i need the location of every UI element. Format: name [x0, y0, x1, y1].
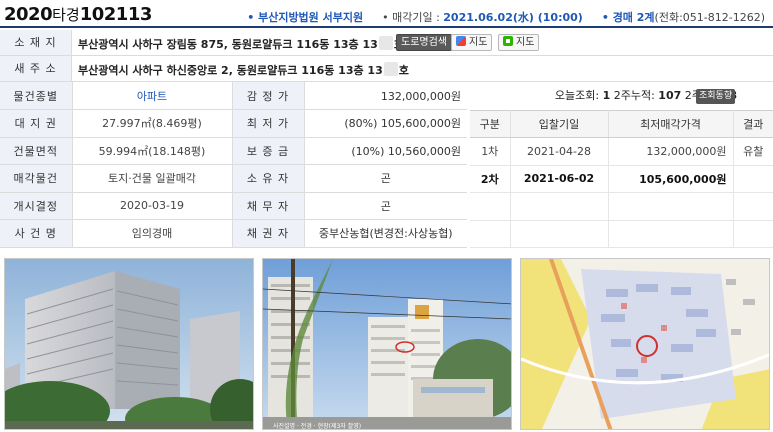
bid-round [470, 220, 511, 248]
naver-map-icon [503, 36, 513, 46]
redacted-block [383, 62, 398, 76]
info-label: 보 증 금 [232, 137, 305, 165]
info-value: 임의경매 [72, 219, 233, 248]
bid-date: 2021-06-02 [510, 165, 609, 193]
twoweek-views: 107 [658, 89, 682, 102]
info-label: 대 지 권 [0, 109, 73, 138]
info-value: (80%) 105,600,000원 [304, 109, 467, 138]
bid-price [608, 192, 734, 221]
info-label: 개시결정 [0, 192, 73, 220]
location-value: 부산광역시 사하구 장림동 875, 동원로얄듀크 116동 13층 13호 [78, 36, 404, 52]
google-map-icon [456, 36, 466, 46]
bid-result [733, 192, 773, 221]
property-photo-exterior[interactable] [4, 258, 254, 430]
info-value: 59.994㎡(18.148평) [72, 137, 233, 165]
twoweek-label: 2주누적: [613, 89, 655, 102]
info-row: 물건종별 아파트 감 정 가 132,000,000원 [0, 82, 467, 110]
info-label: 사 건 명 [0, 219, 73, 248]
bid-row [470, 220, 773, 248]
location-text: 부산광역시 사하구 장림동 875, 동원로얄듀크 116동 13층 13 [78, 38, 378, 51]
new-address-value: 부산광역시 사하구 하신중앙로 2, 동원로얄듀크 116동 13층 13 호 [78, 62, 409, 78]
info-value: 곤 [304, 164, 467, 193]
bid-column-header: 결과 [733, 110, 773, 138]
property-site-map[interactable] [520, 258, 770, 430]
bid-round: 1차 [470, 137, 511, 166]
naver-map-label: 지도 [516, 37, 535, 48]
info-value: 27.997㎡(8.469평) [72, 109, 233, 138]
info-value: (10%) 10,560,000원 [304, 137, 467, 165]
site-map-image [521, 259, 769, 429]
redacted-block [378, 36, 393, 50]
bid-date [510, 192, 609, 221]
bid-price: 132,000,000원 [608, 137, 734, 166]
bid-round [470, 192, 511, 221]
new-address-label: 새 주 소 [0, 56, 72, 81]
bid-result: 유찰 [733, 137, 773, 166]
info-row: 건물면적 59.994㎡(18.148평) 보 증 금 (10%) 10,560,00… [0, 137, 467, 165]
bid-date: 2021-04-28 [510, 137, 609, 166]
bid-column-header: 입찰기일 [510, 110, 609, 138]
info-row: 개시결정 2020-03-19 채 무 자곤 [0, 192, 467, 220]
sale-date: 2021.06.02(水) (10:00) [443, 11, 583, 24]
road-name-search-button[interactable]: 도로명검색 [396, 34, 452, 51]
court-name[interactable]: • 부산지방법원 서부지원 [247, 11, 363, 24]
google-map-button[interactable]: 지도 [451, 34, 493, 51]
info-value: 중부산농협(변경전:사상농협) [304, 219, 467, 248]
info-value: 토지·건물 일괄매각 [72, 164, 233, 193]
location-label: 소 재 지 [0, 30, 72, 55]
info-label: 감 정 가 [232, 82, 305, 110]
photo-caption: 사진설명 · 전경 · 현장(제3자 촬영) [273, 422, 361, 430]
info-value: 곤 [304, 192, 467, 220]
division-phone: (전화:051-812-1262) [654, 11, 765, 24]
new-address-text: 부산광역시 사하구 하신중앙로 2, 동원로얄듀크 116동 13층 13 [78, 64, 383, 77]
bid-column-header: 최저매각가격 [608, 110, 734, 138]
bid-column-header: 구분 [470, 110, 511, 138]
bid-history-table: 구분 입찰기일 최저매각가격 결과 1차 2021-04-28 132,000,000원 유… [470, 110, 773, 248]
bid-result [733, 165, 773, 193]
location-row: 소 재 지 부산광역시 사하구 장림동 875, 동원로얄듀크 116동 13층… [0, 30, 773, 56]
today-views-label: 오늘조회: [554, 89, 600, 102]
sale-date-label: • 매각기일 : [382, 11, 444, 24]
new-address-suffix: 호 [398, 64, 409, 77]
bid-row: 1차 2021-04-28 132,000,000원 유찰 [470, 137, 773, 166]
case-year: 2020 [4, 4, 53, 25]
bid-price [608, 220, 734, 248]
bid-round: 2차 [470, 165, 511, 193]
case-serial: 102113 [79, 4, 153, 25]
naver-map-button[interactable]: 지도 [498, 34, 540, 51]
info-label: 최 저 가 [232, 109, 305, 138]
info-row: 대 지 권 27.997㎡(8.469평) 최 저 가 (80%) 105,600,0… [0, 109, 467, 138]
info-label: 매각물건 [0, 164, 73, 193]
google-map-label: 지도 [469, 37, 488, 48]
info-label: 채 무 자 [232, 192, 305, 220]
info-label: 물건종별 [0, 82, 73, 110]
info-row: 매각물건 토지·건물 일괄매각 소 유 자곤 [0, 164, 467, 193]
info-label: 건물면적 [0, 137, 73, 165]
case-number: 2020타경102113 [4, 4, 152, 25]
info-label: 소 유 자 [232, 164, 305, 193]
division: • 경매 2계 [601, 11, 655, 24]
apartment-street-image: 사진설명 · 전경 · 현장(제3자 촬영) [263, 259, 511, 430]
info-value: 2020-03-19 [72, 192, 233, 220]
new-address-row: 새 주 소 부산광역시 사하구 하신중앙로 2, 동원로얄듀크 116동 13층… [0, 56, 773, 82]
apartment-exterior-image [5, 259, 253, 429]
bid-date [510, 220, 609, 248]
info-label: 채 권 자 [232, 219, 305, 248]
info-value: 132,000,000원 [304, 82, 467, 110]
bid-row [470, 192, 773, 221]
bid-row: 2차 2021-06-02 105,600,000원 [470, 165, 773, 193]
property-photo-street[interactable]: 사진설명 · 전경 · 현장(제3자 촬영) [262, 258, 512, 430]
bid-price: 105,600,000원 [608, 165, 734, 193]
case-type: 타경 [52, 6, 80, 24]
bid-result [733, 220, 773, 248]
property-info-table: 물건종별 아파트 감 정 가 132,000,000원 대 지 권 27.997㎡(8.4… [0, 82, 467, 248]
view-trend-button[interactable]: 조회동향 [696, 89, 736, 104]
case-header: 2020타경102113 • 부산지방법원 서부지원 • 매각기일 : 2021… [0, 0, 773, 28]
case-meta: • 부산지방법원 서부지원 • 매각기일 : 2021.06.02(水) (10… [247, 9, 765, 25]
today-views: 1 [602, 89, 611, 102]
info-value[interactable]: 아파트 [72, 82, 233, 110]
info-row: 사 건 명 임의경매 채 권 자 중부산농협(변경전:사상농협) [0, 219, 467, 248]
